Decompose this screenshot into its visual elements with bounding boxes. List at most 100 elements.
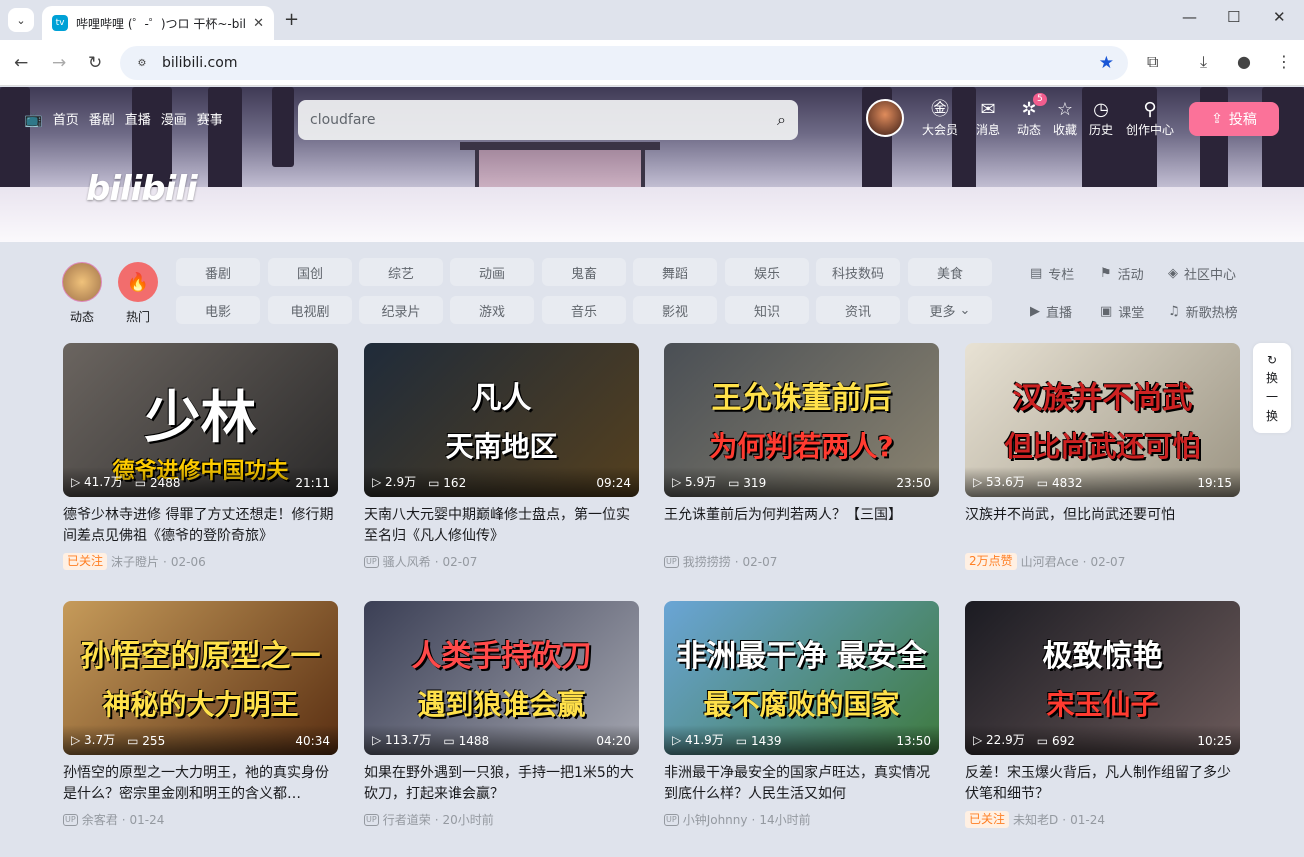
side-link-column[interactable]: ▤ 专栏 <box>1030 264 1074 283</box>
side-link-activity[interactable]: ⚑ 活动 <box>1100 264 1144 283</box>
video-title[interactable]: 孙悟空的原型之一大力明王，祂的真实身份是什么？密宗里金刚和明王的含义都… <box>63 763 338 805</box>
video-card[interactable]: 少林 德爷进修中国功夫 ▷ 41.7万 ▭ 2488 21:11 德爷少林寺进修… <box>63 343 338 570</box>
video-thumbnail[interactable]: 极致惊艳 宋玉仙子 ▷ 22.9万 ▭ 692 10:25 <box>965 601 1240 755</box>
video-card[interactable]: 王允诛董前后 为何判若两人? ▷ 5.9万 ▭ 319 23:50 王允诛董前后… <box>664 343 939 570</box>
channel-pill[interactable]: 电视剧 <box>268 296 352 324</box>
nav-manga[interactable]: 漫画 <box>161 109 187 128</box>
header-vip[interactable]: ㊎ 大会员 <box>916 99 964 138</box>
nav-esports[interactable]: 赛事 <box>197 109 223 128</box>
channel-pill[interactable]: 音乐 <box>542 296 626 324</box>
upload-button[interactable]: ⇪ 投稿 <box>1189 102 1279 136</box>
header-creator[interactable]: ⚲ 创作中心 <box>1126 99 1174 138</box>
channel-pill[interactable]: 纪录片 <box>359 296 443 324</box>
bilibili-logo[interactable]: bilibili <box>86 169 198 209</box>
back-icon[interactable]: ← <box>14 53 28 73</box>
bookmark-star-icon[interactable]: ★ <box>1099 53 1114 73</box>
danmaku-count: ▭ 4832 <box>1037 476 1083 490</box>
close-window-icon[interactable]: ✕ <box>1273 8 1286 26</box>
video-author[interactable]: 骚人风希 <box>383 553 431 570</box>
bilibili-favicon-icon: tv <box>52 15 68 31</box>
up-icon: UP <box>364 555 379 568</box>
video-thumbnail[interactable]: 孙悟空的原型之一 神秘的大力明王 ▷ 3.7万 ▭ 255 40:34 <box>63 601 338 755</box>
channel-more[interactable]: 更多 ⌄ <box>908 296 992 324</box>
channel-pill[interactable]: 科技数码 <box>816 258 900 286</box>
play-count: ▷ 5.9万 <box>672 473 716 490</box>
side-link-class[interactable]: ▣ 课堂 <box>1100 302 1144 321</box>
menu-icon[interactable]: ⋮ <box>1276 52 1292 71</box>
video-title[interactable]: 王允诛董前后为何判若两人？【三国】 <box>664 505 939 547</box>
site-info-icon[interactable]: ⚙ <box>132 53 152 73</box>
refresh-button[interactable]: ↻ 换 一 换 <box>1253 343 1291 433</box>
video-title[interactable]: 反差！宋玉爆火背后，凡人制作组留了多少伏笔和细节？ <box>965 763 1240 805</box>
channel-pill[interactable]: 动画 <box>450 258 534 286</box>
video-author[interactable]: 小钟Johnny <box>683 811 748 828</box>
channel-pill[interactable]: 番剧 <box>176 258 260 286</box>
video-date: 01-24 <box>129 812 165 827</box>
extensions-icon[interactable]: ⧉ <box>1147 52 1158 72</box>
side-link-music[interactable]: ♫ 新歌热榜 <box>1168 302 1238 321</box>
video-card[interactable]: 非洲最干净 最安全 最不腐败的国家 ▷ 41.9万 ▭ 1439 13:50 非… <box>664 601 939 828</box>
channel-dynamic[interactable]: 动态 <box>54 262 110 325</box>
video-stats: ▷ 41.9万 ▭ 1439 13:50 <box>664 725 939 755</box>
video-card[interactable]: 极致惊艳 宋玉仙子 ▷ 22.9万 ▭ 692 10:25 反差！宋玉爆火背后，… <box>965 601 1240 828</box>
channel-pill[interactable]: 娱乐 <box>725 258 809 286</box>
video-stats: ▷ 53.6万 ▭ 4832 19:15 <box>965 467 1240 497</box>
video-author[interactable]: 山河君Ace <box>1021 553 1079 570</box>
video-thumbnail[interactable]: 王允诛董前后 为何判若两人? ▷ 5.9万 ▭ 319 23:50 <box>664 343 939 497</box>
video-author[interactable]: 未知老D <box>1013 811 1058 828</box>
video-card[interactable]: 孙悟空的原型之一 神秘的大力明王 ▷ 3.7万 ▭ 255 40:34 孙悟空的… <box>63 601 338 828</box>
video-title[interactable]: 汉族并不尚武，但比尚武还要可怕 <box>965 505 1240 547</box>
user-avatar[interactable] <box>866 99 904 137</box>
video-title[interactable]: 非洲最干净最安全的国家卢旺达，真实情况到底什么样？人民生活又如何 <box>664 763 939 805</box>
side-link-community[interactable]: ◈ 社区中心 <box>1168 264 1236 283</box>
browser-tab[interactable]: tv 哔哩哔哩 (゜-゜)つロ 干杯~-bili ✕ <box>42 6 274 40</box>
video-thumbnail[interactable]: 非洲最干净 最安全 最不腐败的国家 ▷ 41.9万 ▭ 1439 13:50 <box>664 601 939 755</box>
channel-pill[interactable]: 美食 <box>908 258 992 286</box>
tab-search-button[interactable]: ⌄ <box>8 8 34 32</box>
channel-pill[interactable]: 鬼畜 <box>542 258 626 286</box>
play-count: ▷ 22.9万 <box>973 731 1025 748</box>
video-author[interactable]: 我捞捞捞 <box>683 553 731 570</box>
maximize-icon[interactable]: ☐ <box>1227 8 1240 26</box>
channel-pill[interactable]: 游戏 <box>450 296 534 324</box>
search-input[interactable] <box>310 112 778 128</box>
play-icon: ▷ <box>973 733 987 747</box>
channel-pill[interactable]: 舞蹈 <box>633 258 717 286</box>
channel-pill[interactable]: 知识 <box>725 296 809 324</box>
minimize-icon[interactable]: — <box>1182 8 1197 26</box>
video-thumbnail[interactable]: 汉族并不尚武 但比尚武还可怕 ▷ 53.6万 ▭ 4832 19:15 <box>965 343 1240 497</box>
nav-home[interactable]: 首页 <box>53 109 79 128</box>
channel-pill[interactable]: 国创 <box>268 258 352 286</box>
forward-icon[interactable]: → <box>52 53 66 73</box>
video-title[interactable]: 如果在野外遇到一只狼，手持一把1米5的大砍刀，打起来谁会赢？ <box>364 763 639 805</box>
video-card[interactable]: 汉族并不尚武 但比尚武还可怕 ▷ 53.6万 ▭ 4832 19:15 汉族并不… <box>965 343 1240 570</box>
close-tab-icon[interactable]: ✕ <box>253 16 264 31</box>
search-icon[interactable]: ⌕ <box>777 110 786 130</box>
video-author[interactable]: 沫子瞪片 <box>111 553 159 570</box>
nav-live[interactable]: 直播 <box>125 109 151 128</box>
channel-hot[interactable]: 🔥 热门 <box>110 262 166 325</box>
video-thumbnail[interactable]: 凡人 天南地区 ▷ 2.9万 ▭ 162 09:24 <box>364 343 639 497</box>
channel-pill[interactable]: 资讯 <box>816 296 900 324</box>
omnibox[interactable]: ⚙ bilibili.com ★ <box>120 46 1128 80</box>
reload-icon[interactable]: ↻ <box>88 53 102 73</box>
nav-anime[interactable]: 番剧 <box>89 109 115 128</box>
video-thumbnail[interactable]: 人类手持砍刀 遇到狼谁会赢 ▷ 113.7万 ▭ 1488 04:20 <box>364 601 639 755</box>
video-card[interactable]: 人类手持砍刀 遇到狼谁会赢 ▷ 113.7万 ▭ 1488 04:20 如果在野… <box>364 601 639 828</box>
side-link-live[interactable]: ▶ 直播 <box>1030 302 1072 321</box>
video-title[interactable]: 天南八大元婴中期巅峰修士盘点，第一位实至名归《凡人修仙传》 <box>364 505 639 547</box>
video-card[interactable]: 凡人 天南地区 ▷ 2.9万 ▭ 162 09:24 天南八大元婴中期巅峰修士盘… <box>364 343 639 570</box>
profile-icon[interactable]: ● <box>1237 52 1251 71</box>
header-history[interactable]: ◷ 历史 <box>1077 99 1125 138</box>
play-icon: ▷ <box>973 475 987 489</box>
video-title[interactable]: 德爷少林寺进修 得罪了方丈还想走！修行期间差点见佛祖《德爷的登阶奇旅》 <box>63 505 338 547</box>
channel-pill[interactable]: 综艺 <box>359 258 443 286</box>
channel-pill[interactable]: 电影 <box>176 296 260 324</box>
download-icon[interactable]: ⤓ <box>1200 52 1207 72</box>
video-author[interactable]: 行者道荣 <box>383 811 431 828</box>
video-thumbnail[interactable]: 少林 德爷进修中国功夫 ▷ 41.7万 ▭ 2488 21:11 <box>63 343 338 497</box>
video-author[interactable]: 余客君 <box>82 811 118 828</box>
new-tab-icon[interactable]: + <box>284 9 299 30</box>
thumbnail-caption-top: 王允诛董前后 <box>711 381 892 416</box>
channel-pill[interactable]: 影视 <box>633 296 717 324</box>
